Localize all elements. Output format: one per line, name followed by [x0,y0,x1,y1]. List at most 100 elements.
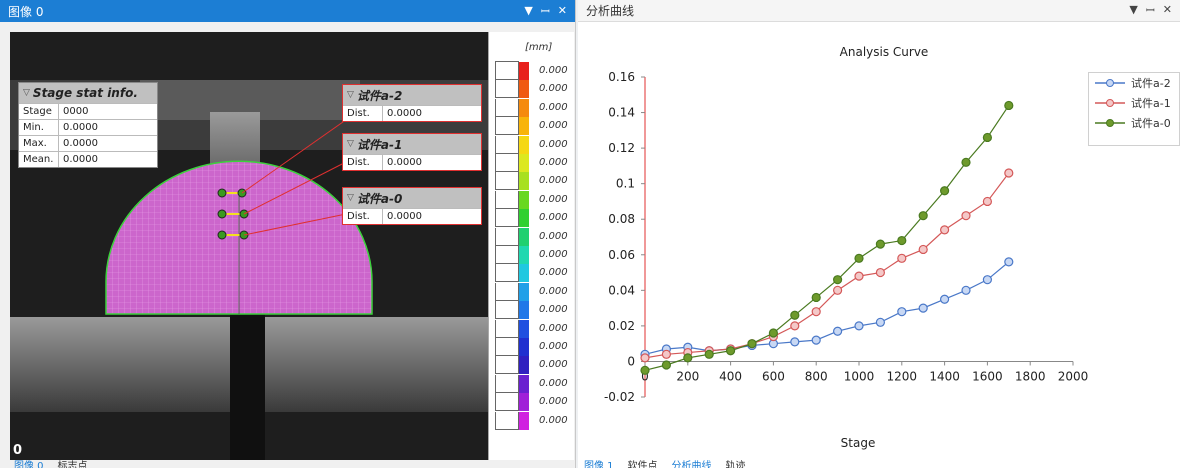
scale-value: 0.000 [539,249,568,260]
scale-cell [495,209,519,228]
scale-value: 0.000 [539,175,568,187]
stage-stat-box[interactable]: ▽ Stage stat info. Stage 0000 Min. 0.0000 … [18,82,158,168]
close-icon[interactable]: ✕ [558,4,567,19]
scale-row: 0.000 [489,319,575,338]
data-point [961,211,971,221]
scale-cell [495,356,519,375]
scale-cell [495,62,519,80]
scale-row: 0.000 [489,117,575,136]
analysis-panel-titlebar[interactable]: 分析曲线 ▼ ꟷ ✕ [578,0,1180,22]
color-scale: [mm] 0.000 0.000 0.000 0.000 0.000 0.000 0.000… [488,32,574,460]
analysis-panel-title: 分析曲线 [586,4,635,18]
scale-value: 0.000 [539,120,568,132]
tab-image-1[interactable]: 图像 1 [584,460,614,468]
specimen-box-a-2[interactable]: ▽ 试件a-2 Dist. 0.0000 [342,84,482,122]
legend-label: 试件a-0 [1131,117,1171,130]
x-tick-label: 800 [805,369,828,383]
scale-row: 0.000 [489,209,575,228]
scale-row: 0.000 [489,135,575,154]
tab-analysis-curve[interactable]: 分析曲线 [672,460,712,468]
image-viewport[interactable]: ▽ Stage stat info. Stage 0000 Min. 0.0000 … [10,32,488,460]
tab-software-points[interactable]: 软件点 [628,460,658,468]
close-icon[interactable]: ✕ [1163,3,1172,18]
y-tick-label: 0.16 [608,70,635,84]
scale-swatch [519,264,529,283]
y-tick-label: 0.14 [608,106,635,120]
tab-image-0[interactable]: 图像 0 [14,460,44,468]
dropdown-icon[interactable]: ▼ [1129,3,1137,18]
data-point [1004,168,1014,178]
scale-cell [495,227,519,246]
legend-marker [1095,99,1125,107]
y-tick-label: -0.02 [604,390,635,404]
data-point [811,335,821,345]
data-point [640,365,650,375]
data-point [1004,257,1014,267]
image-panel-titlebar[interactable]: 图像 0 ▼ ꟷ ✕ [0,0,575,22]
tab-markers[interactable]: 标志点 [58,460,88,468]
data-point [833,285,843,295]
specimen-dist-value: 0.0000 [387,108,422,119]
scale-swatch [519,117,529,136]
scale-cell [495,282,519,301]
min-row: Min. 0.0000 [19,119,157,135]
stage-stat-title: ▽ Stage stat info. [19,83,157,103]
scale-value: 0.000 [539,396,568,408]
x-tick-label: 2000 [1058,369,1089,383]
data-point [833,326,843,336]
scale-swatch [519,172,529,191]
y-tick-label: 0.1 [616,177,635,191]
image-panel: 图像 0 ▼ ꟷ ✕ ▽ Stage stat info. Stage 0000… [0,0,576,468]
scale-cell [495,374,519,393]
y-tick-label: 0.02 [608,319,635,333]
scale-value: 0.000 [539,341,568,352]
scale-value: 0.000 [539,212,568,224]
data-point [982,132,992,143]
data-point [833,275,843,285]
y-tick-label: 0.08 [608,212,635,226]
data-point [704,349,714,359]
scale-row: 0.000 [489,338,575,356]
scale-swatch [519,80,529,99]
scale-row: 0.000 [489,356,575,375]
data-point [790,310,800,320]
specimen-dist-value: 0.0000 [387,157,422,168]
specimen-box-a-1[interactable]: ▽ 试件a-1 Dist. 0.0000 [342,133,482,171]
data-point [1004,100,1014,111]
series-试件a-0 [640,100,1014,375]
specimen-title: 试件a-1 [356,137,403,152]
tab-trajectory[interactable]: 轨迹 [726,460,746,468]
right-bottom-tabs: 图像 1 软件点 分析曲线 轨迹 [584,460,746,468]
scale-swatch [519,98,529,117]
chart-title: Analysis Curve [840,45,929,59]
scale-cell [495,338,519,356]
scale-cell [495,135,519,154]
scale-value: 0.000 [539,267,568,279]
data-point [811,292,821,303]
data-point [918,211,928,221]
x-tick-label: 1000 [844,369,875,383]
scale-swatch [519,374,529,393]
data-point [790,337,800,347]
legend-item: 试件a-2 [1089,73,1179,93]
scale-swatch [519,411,529,430]
data-point [982,275,992,285]
legend-item: 试件a-1 [1089,93,1179,113]
scale-cell [495,301,519,320]
pin-icon[interactable]: ꟷ [1146,3,1155,18]
scale-row: 0.000 [489,282,575,301]
y-tick-label: 0.06 [608,248,635,262]
dropdown-icon[interactable]: ▼ [524,4,532,19]
scale-row: 0.000 [489,172,575,191]
scale-value: 0.000 [539,138,568,150]
scale-swatch [519,338,529,356]
data-point [918,303,928,313]
pin-icon[interactable]: ꟷ [541,4,550,19]
scale-cell [495,80,519,99]
data-point [683,353,693,363]
data-point [854,321,864,331]
y-tick-label: 0.04 [608,283,635,297]
scale-row: 0.000 [489,411,575,430]
data-point [940,225,950,235]
specimen-box-a-0[interactable]: ▽ 试件a-0 Dist. 0.0000 [342,187,482,225]
